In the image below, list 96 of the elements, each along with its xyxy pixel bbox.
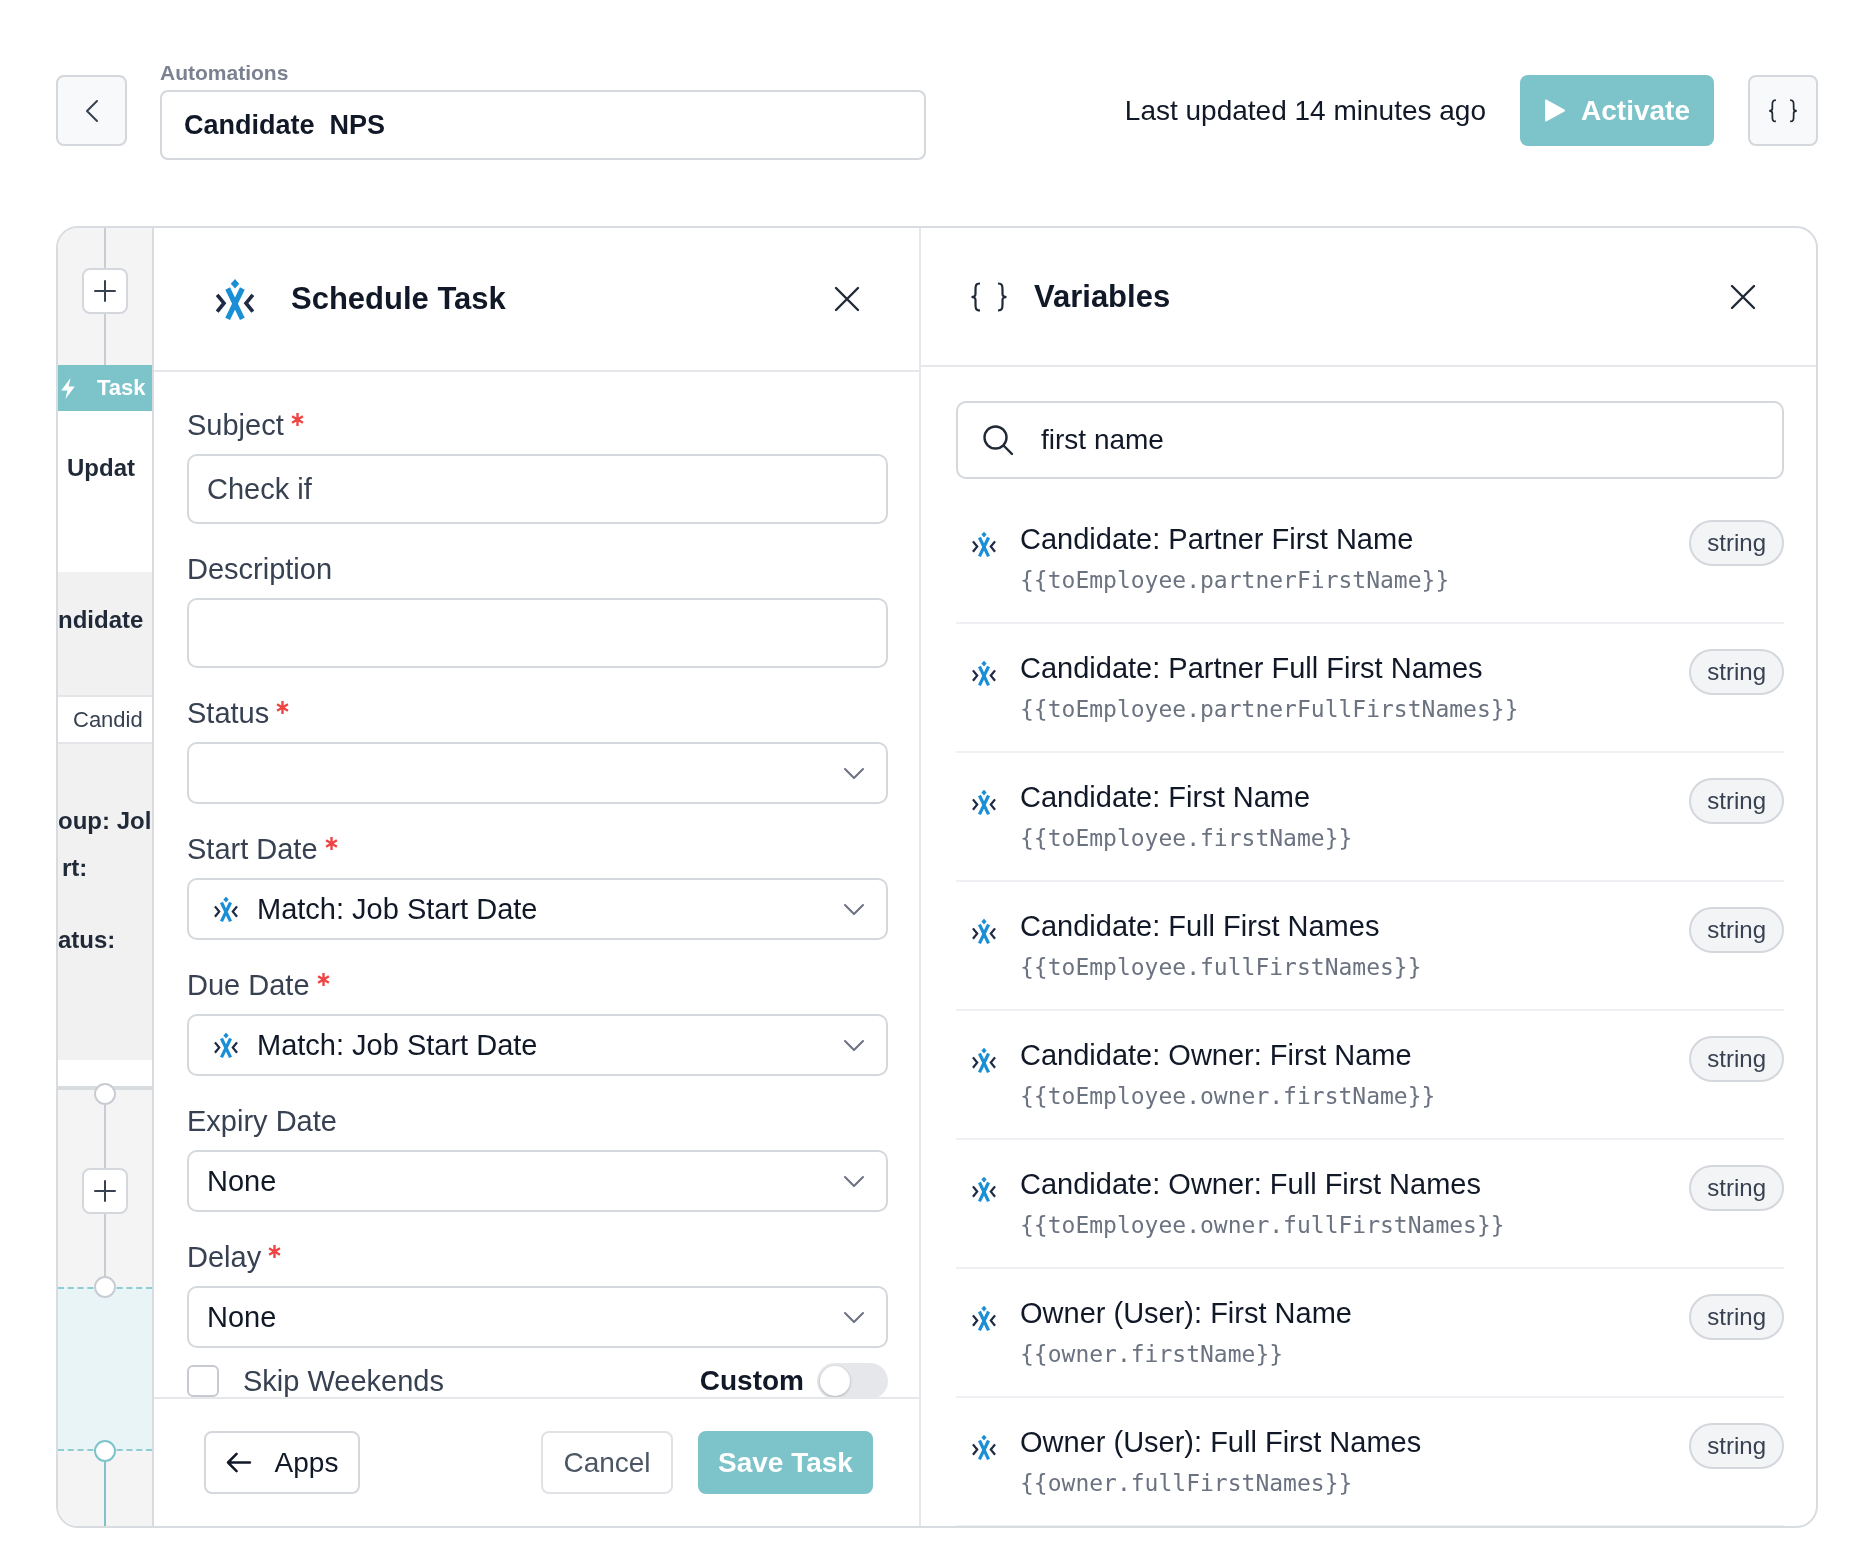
variable-name[interactable]: Candidate: Full First Names — [1020, 908, 1422, 944]
text-input-field[interactable]: Check if — [187, 454, 888, 524]
toggle-switch[interactable] — [817, 1363, 888, 1397]
breadcrumb-label: Automations — [160, 61, 289, 86]
logo-icon — [971, 789, 997, 815]
search-field[interactable]: first name — [956, 401, 1784, 479]
field-label: Description — [187, 554, 333, 584]
logo-icon — [971, 1176, 997, 1202]
variable-name[interactable]: Owner (User): First Name — [1020, 1295, 1352, 1331]
connector-dot — [94, 1440, 116, 1462]
variable-name[interactable]: Candidate: Owner: Full First Names — [1020, 1166, 1505, 1202]
back-button[interactable] — [56, 75, 127, 146]
node-title: Updat — [67, 453, 135, 483]
close-button[interactable] — [835, 287, 859, 311]
variable-path: {{toEmployee.partnerFullFirstNames}} — [1020, 695, 1519, 724]
close-icon — [835, 287, 859, 311]
logo-icon — [971, 531, 997, 557]
checkbox[interactable] — [187, 1365, 219, 1397]
connector-dot — [94, 1276, 116, 1298]
close-button[interactable] — [1731, 284, 1755, 309]
type-badge: string — [1689, 649, 1784, 695]
variable-name[interactable]: Candidate: Owner: First Name — [1020, 1037, 1436, 1073]
type-badge: string — [1689, 778, 1784, 824]
plus-icon — [94, 1180, 116, 1202]
field-label: Delay — [187, 1242, 262, 1272]
arrow-left-icon — [225, 1452, 251, 1473]
connector-dot — [94, 1083, 116, 1105]
add-step-button[interactable] — [82, 268, 128, 314]
chevron-down-icon — [844, 1039, 864, 1051]
connector-line — [104, 1214, 106, 1276]
automation-name-field[interactable]: Candidate NPS — [160, 90, 926, 160]
dropdown-field[interactable]: Match: Job Start Date — [187, 1014, 888, 1076]
close-icon — [1731, 284, 1755, 309]
toggle-label: Custom — [699, 1365, 804, 1397]
variables-button[interactable] — [1748, 75, 1818, 146]
variable-path: {{toEmployee.firstName}} — [1020, 824, 1353, 853]
logo-icon — [214, 278, 256, 320]
plus-icon — [94, 280, 116, 302]
type-badge: string — [1689, 1423, 1784, 1469]
field-label: Subject — [187, 410, 284, 440]
back-button[interactable]: Apps — [204, 1431, 360, 1494]
field-label: Start Date — [187, 834, 318, 864]
variable-path: {{toEmployee.fullFirstNames}} — [1020, 953, 1422, 982]
variable-path: {{owner.fullFirstNames}} — [1020, 1469, 1354, 1498]
braces-icon — [970, 281, 1008, 312]
dropdown-field[interactable]: Match: Job Start Date — [187, 878, 888, 940]
field-label: Expiry Date — [187, 1106, 337, 1136]
type-badge: string — [1689, 907, 1784, 953]
variable-path: {{owner.firstName}} — [1020, 1340, 1285, 1369]
variable-name[interactable]: Owner (User): Full First Names — [1020, 1424, 1422, 1460]
variable-name[interactable]: Candidate: First Name — [1020, 779, 1353, 815]
chip-label: Candid — [73, 706, 143, 733]
field-label: Status — [187, 698, 270, 728]
type-badge: string — [1689, 1294, 1784, 1340]
node-detail: atus: — [58, 925, 116, 955]
variable-name[interactable]: Candidate: Partner First Name — [1020, 521, 1450, 557]
variable-name[interactable]: Candidate: Partner Full First Names — [1020, 650, 1519, 686]
logo-icon — [971, 1047, 997, 1073]
chevron-down-icon — [844, 903, 864, 915]
logo-icon — [971, 918, 997, 944]
braces-icon — [1768, 98, 1798, 123]
checkbox-label: Skip Weekends — [243, 1364, 444, 1397]
dropdown-field[interactable]: None — [187, 1150, 888, 1212]
logo-icon — [971, 1305, 997, 1331]
logo-icon — [971, 1434, 997, 1460]
node-title: ndidate — [58, 605, 144, 635]
connector-line — [104, 228, 106, 268]
dropdown-field[interactable]: None — [187, 1286, 888, 1348]
node-detail: rt: — [62, 853, 88, 883]
panel-title: Variables — [1034, 278, 1171, 315]
add-step-button[interactable] — [82, 1168, 128, 1214]
node-detail: oup: Jol — [58, 806, 152, 836]
variable-path: {{toEmployee.owner.fullFirstNames}} — [1020, 1211, 1505, 1240]
play-icon — [1544, 99, 1566, 122]
dropdown-field[interactable] — [187, 742, 888, 804]
lightning-icon — [61, 377, 75, 399]
panel-title: Schedule Task — [291, 281, 506, 317]
chevron-down-icon — [844, 767, 864, 779]
type-badge: string — [1689, 1165, 1784, 1211]
last-updated-text: Last updated 14 minutes ago — [1124, 94, 1486, 127]
field-label: Due Date — [187, 970, 310, 1000]
chevron-left-icon — [85, 99, 98, 122]
variable-path: {{toEmployee.owner.firstName}} — [1020, 1082, 1436, 1111]
connector-line — [104, 1105, 106, 1168]
node-type-label: Task — [97, 375, 146, 401]
search-icon — [983, 425, 1013, 455]
variable-path: {{toEmployee.partnerFirstName}} — [1020, 566, 1450, 595]
logo-icon — [971, 660, 997, 686]
text-input-field[interactable] — [187, 598, 888, 668]
type-badge: string — [1689, 1036, 1784, 1082]
chevron-down-icon — [844, 1175, 864, 1187]
cancel-button[interactable]: Cancel — [541, 1431, 673, 1494]
connector-line — [104, 314, 106, 365]
chevron-down-icon — [844, 1311, 864, 1323]
connector-line — [104, 1462, 106, 1526]
type-badge: string — [1689, 520, 1784, 566]
